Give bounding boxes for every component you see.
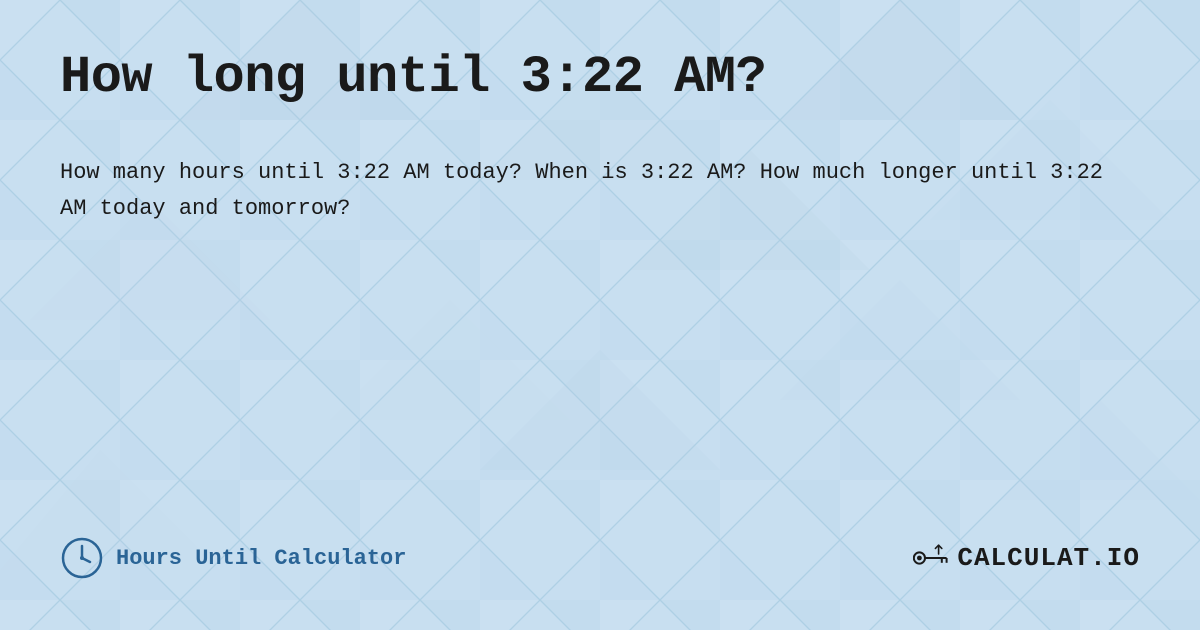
clock-icon <box>60 536 104 580</box>
footer: Hours Until Calculator CALCULAT..IOIO <box>60 536 1140 590</box>
calculat-brand-text: CALCULAT..IOIO <box>957 543 1140 573</box>
footer-brand: Hours Until Calculator <box>60 536 406 580</box>
calculat-hand-icon <box>913 540 953 576</box>
calculat-logo: CALCULAT..IOIO <box>913 540 1140 576</box>
page-description: How many hours until 3:22 AM today? When… <box>60 155 1110 228</box>
brand-label: Hours Until Calculator <box>116 546 406 571</box>
page-content: How long until 3:22 AM? How many hours u… <box>0 0 1200 630</box>
footer-logo: CALCULAT..IOIO <box>913 540 1140 576</box>
page-title: How long until 3:22 AM? <box>60 48 1140 107</box>
